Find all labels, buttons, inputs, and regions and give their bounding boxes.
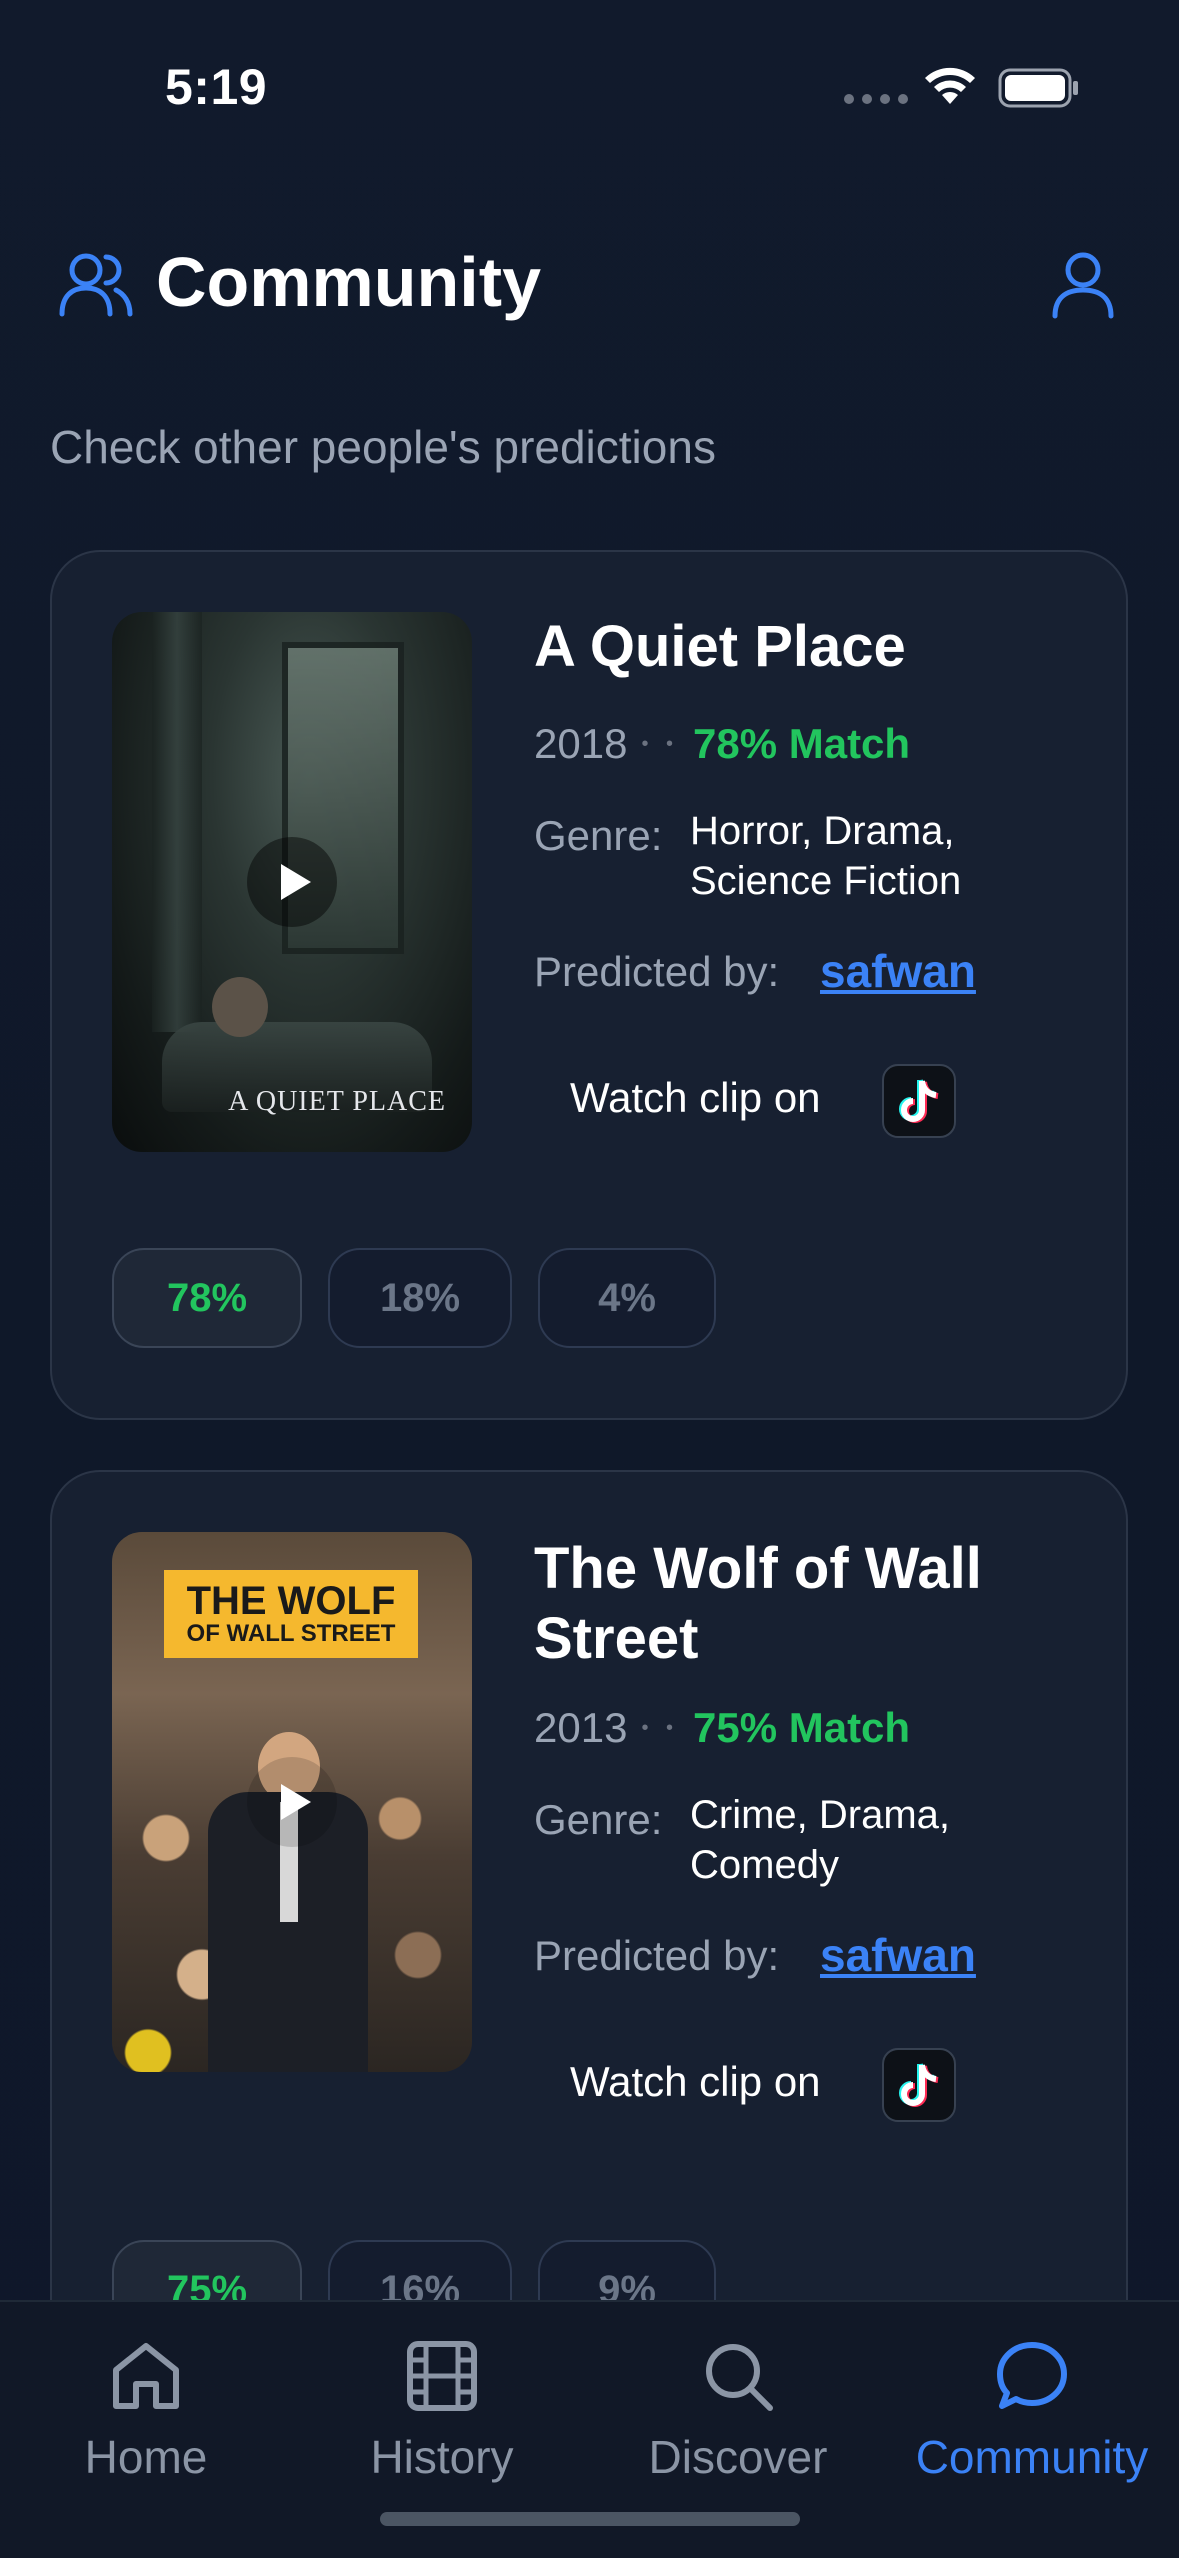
page-title: Community [156, 243, 541, 321]
movie-meta: 2013 • • 75% Match [534, 1704, 910, 1752]
predicted-by-user-link[interactable]: safwan [820, 1928, 976, 1982]
poster-subtitle: OF WALL STREET [186, 1620, 396, 1647]
battery-icon [998, 68, 1078, 108]
movie-year: 2013 [534, 1704, 628, 1751]
movie-title: A Quiet Place [534, 614, 906, 679]
users-icon [59, 253, 133, 317]
tab-label: Home [84, 2431, 208, 2483]
tab-home[interactable]: Home [6, 2302, 286, 2502]
predicted-by-user-link[interactable]: safwan [820, 944, 976, 998]
poster-title: THE WOLF [186, 1579, 396, 1623]
home-icon [113, 2343, 179, 2409]
movie-meta: 2018 • • 78% Match [534, 720, 910, 768]
tab-label: Discover [648, 2431, 828, 2483]
tab-discover[interactable]: Discover [598, 2302, 878, 2502]
tab-community[interactable]: Community [892, 2302, 1172, 2502]
movie-year: 2018 [534, 720, 628, 767]
play-icon[interactable] [247, 837, 337, 927]
cellular-signal-icon [844, 94, 908, 104]
prediction-option-1[interactable]: 78% [112, 1248, 302, 1348]
poster-title-box: THE WOLF OF WALL STREET [164, 1570, 418, 1658]
genre-value: Horror, Drama, Science Fiction [690, 809, 962, 903]
watch-clip-label: Watch clip on [570, 1074, 821, 1121]
genre-value: Crime, Drama, Comedy [690, 1793, 951, 1887]
separator-dots: • • [641, 732, 679, 755]
tiktok-button[interactable] [882, 2048, 956, 2122]
separator-dots: • • [641, 1716, 679, 1739]
page-header: Community [0, 230, 1179, 330]
movie-poster[interactable]: THE WOLF OF WALL STREET [112, 1532, 472, 2072]
genre-label: Genre: [534, 1796, 663, 1843]
poster-title: A QUIET PLACE [228, 1086, 446, 1117]
predicted-by-label: Predicted by: [534, 948, 780, 995]
tab-label: History [370, 2431, 514, 2483]
wifi-icon [925, 67, 975, 104]
page-subtitle: Check other people's predictions [50, 421, 716, 473]
status-bar: 5:19 [0, 0, 1179, 170]
play-icon[interactable] [247, 1757, 337, 1847]
movie-title: The Wolf of Wall Street [534, 1536, 982, 1671]
predicted-by-label: Predicted by: [534, 1932, 780, 1979]
tiktok-button[interactable] [882, 1064, 956, 1138]
movie-poster[interactable]: A QUIET PLACE [112, 612, 472, 1152]
tab-history[interactable]: History [302, 2302, 582, 2502]
profile-icon[interactable] [1050, 250, 1116, 320]
home-indicator[interactable] [380, 2512, 800, 2526]
match-percentage: 78% Match [693, 720, 911, 767]
film-icon [407, 2341, 477, 2411]
prediction-option-2[interactable]: 18% [328, 1248, 512, 1348]
prediction-option-3[interactable]: 4% [538, 1248, 716, 1348]
tiktok-icon [899, 1079, 939, 1123]
prediction-card[interactable]: A QUIET PLACE A Quiet Place 2018 • • 78%… [50, 550, 1128, 1420]
chat-bubble-icon [997, 2342, 1067, 2409]
prediction-card[interactable]: THE WOLF OF WALL STREET The Wolf of Wall… [50, 1470, 1128, 2370]
tab-label: Community [915, 2431, 1149, 2483]
status-time: 5:19 [165, 59, 268, 115]
genre-label: Genre: [534, 812, 663, 859]
search-icon [706, 2344, 773, 2411]
match-percentage: 75% Match [693, 1704, 911, 1751]
watch-clip-label: Watch clip on [570, 2058, 821, 2105]
tiktok-icon [899, 2063, 939, 2107]
